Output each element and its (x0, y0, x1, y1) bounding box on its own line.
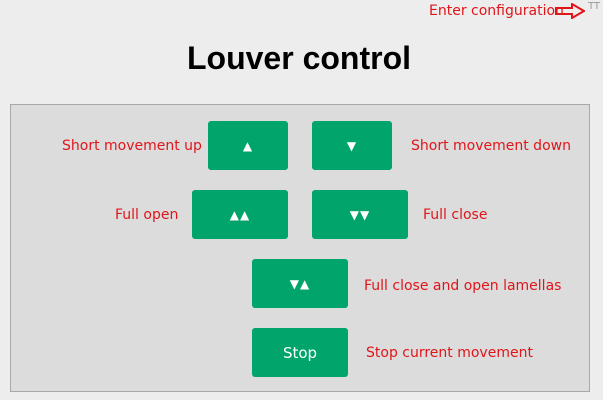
short-movement-up-label: Short movement up (62, 138, 202, 154)
full-close-open-lamellas-button[interactable]: ▼▲ (252, 259, 348, 308)
arrow-down-icon: ▼ (346, 138, 358, 153)
short-movement-up-button[interactable]: ▲ (208, 121, 288, 170)
double-arrow-down-icon: ▼▼ (349, 207, 371, 222)
louver-control-panel: Short movement up ▲ ▼ Short movement dow… (10, 104, 590, 392)
arrow-down-up-icon: ▼▲ (289, 276, 311, 291)
full-close-open-lamellas-label: Full close and open lamellas (364, 278, 562, 294)
page: Enter configuration TT Louver control Sh… (0, 0, 603, 400)
double-arrow-up-icon: ▲▲ (229, 207, 251, 222)
full-close-button[interactable]: ▼▼ (312, 190, 408, 239)
short-movement-down-label: Short movement down (411, 138, 571, 154)
arrow-up-icon: ▲ (242, 138, 254, 153)
corner-mark: TT (588, 1, 601, 12)
full-close-label: Full close (423, 207, 488, 223)
enter-configuration-link[interactable]: Enter configuration (429, 3, 564, 19)
short-movement-down-button[interactable]: ▼ (312, 121, 392, 170)
arrow-right-icon[interactable] (555, 3, 585, 19)
stop-button[interactable]: Stop (252, 328, 348, 377)
stop-current-movement-label: Stop current movement (366, 345, 533, 361)
full-open-label: Full open (115, 207, 179, 223)
full-open-button[interactable]: ▲▲ (192, 190, 288, 239)
page-title: Louver control (186, 40, 411, 76)
